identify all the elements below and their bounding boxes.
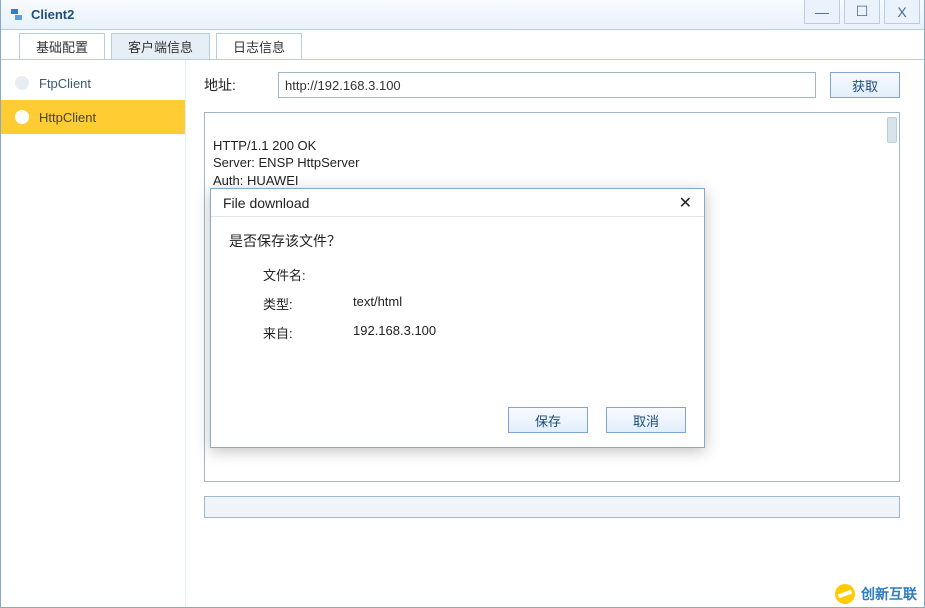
- scrollbar-thumb[interactable]: [887, 117, 897, 143]
- dialog-body: 是否保存该文件？ 文件名: 类型: text/html 来自: 192.168.…: [211, 217, 704, 362]
- type-value: text/html: [353, 294, 402, 313]
- fetch-button[interactable]: 获取: [830, 72, 900, 98]
- title-buttons: — ☐ X: [800, 0, 924, 30]
- address-input[interactable]: [278, 72, 816, 98]
- status-dot-icon: [15, 76, 29, 90]
- sidebar-item-label: FtpClient: [39, 76, 91, 91]
- response-text: HTTP/1.1 200 OK Server: ENSP HttpServer …: [213, 138, 359, 188]
- detail-row-type: 类型: text/html: [263, 294, 686, 313]
- titlebar: Client2 — ☐ X: [1, 0, 924, 30]
- filename-label: 文件名:: [263, 265, 353, 284]
- minimize-button[interactable]: —: [804, 0, 840, 24]
- watermark-icon: [835, 584, 855, 604]
- tab-basic-config[interactable]: 基础配置: [19, 33, 105, 59]
- window-title: Client2: [31, 7, 74, 22]
- sidebar-item-ftpclient[interactable]: FtpClient: [1, 66, 185, 100]
- cancel-button[interactable]: 取消: [606, 407, 686, 433]
- from-value: 192.168.3.100: [353, 323, 436, 342]
- tab-bar: 基础配置 客户端信息 日志信息: [1, 30, 924, 60]
- client-list-sidebar: FtpClient HttpClient: [1, 60, 186, 607]
- dialog-title-text: File download: [223, 195, 309, 211]
- type-label: 类型:: [263, 294, 353, 313]
- detail-row-from: 来自: 192.168.3.100: [263, 323, 686, 342]
- file-download-dialog: File download ✕ 是否保存该文件？ 文件名: 类型: text/h…: [210, 188, 705, 448]
- dialog-titlebar: File download ✕: [211, 189, 704, 217]
- sidebar-item-label: HttpClient: [39, 110, 96, 125]
- dialog-details: 文件名: 类型: text/html 来自: 192.168.3.100: [263, 265, 686, 342]
- close-button[interactable]: X: [884, 0, 920, 24]
- tab-log-info[interactable]: 日志信息: [216, 33, 302, 59]
- dialog-close-icon[interactable]: ✕: [675, 193, 696, 213]
- detail-row-filename: 文件名:: [263, 265, 686, 284]
- dialog-button-row: 保存 取消: [508, 407, 686, 433]
- progress-bar: [204, 496, 900, 518]
- address-row: 地址: 获取: [204, 72, 900, 98]
- sidebar-item-httpclient[interactable]: HttpClient: [1, 100, 185, 134]
- app-icon: [9, 6, 27, 24]
- maximize-button[interactable]: ☐: [844, 0, 880, 24]
- from-label: 来自:: [263, 323, 353, 342]
- watermark: 创新互联: [835, 584, 917, 604]
- watermark-text: 创新互联: [861, 584, 917, 604]
- address-label: 地址:: [204, 75, 264, 95]
- status-dot-icon: [15, 110, 29, 124]
- save-button[interactable]: 保存: [508, 407, 588, 433]
- dialog-question: 是否保存该文件？: [229, 231, 686, 251]
- tab-client-info[interactable]: 客户端信息: [111, 33, 210, 59]
